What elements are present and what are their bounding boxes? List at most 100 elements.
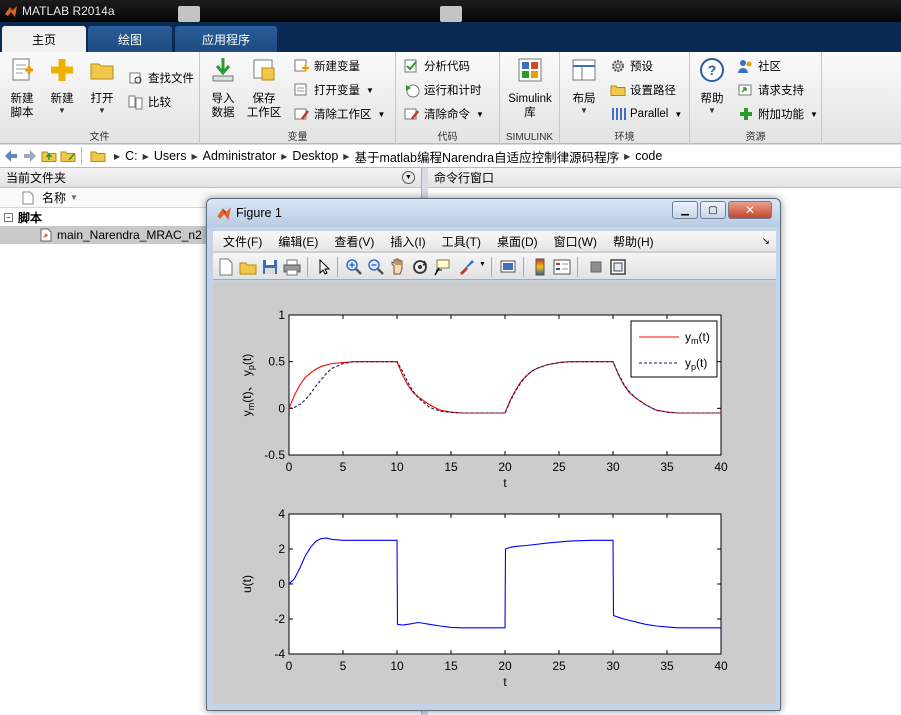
figure-plots[interactable]: 0 5 10 15 20 25 30 35 40-0.500.51tym(t)、 yp(t)ym… [213, 282, 776, 704]
brush-icon[interactable] [457, 258, 475, 276]
minimize-button[interactable]: ▁ [672, 201, 698, 219]
back-arrow-icon[interactable] [3, 148, 19, 164]
section-file: 新建 脚本 新建 ▼ 打开 ▼ 查找文件 比较 文件 [0, 52, 200, 144]
y-tick-label: -4 [274, 647, 285, 661]
toolbar-separator [337, 257, 338, 277]
layout-icon [572, 59, 596, 81]
find-files-button[interactable]: 查找文件 [128, 68, 194, 88]
command-window-title: 命令行窗口 [434, 171, 495, 185]
save-workspace-button[interactable]: 保存 工作区 [244, 56, 284, 120]
analyze-code-button[interactable]: 分析代码 [404, 56, 470, 76]
figure-window: Figure 1 ▁ ▢ ✕ 文件(F) 编辑(E) 查看(V) 插入(I) 工… [206, 198, 781, 711]
set-path-icon [610, 85, 626, 96]
close-button[interactable]: ✕ [728, 201, 772, 219]
breadcrumb-code[interactable]: code [635, 149, 662, 163]
tab-apps[interactable]: 应用程序 [175, 26, 277, 52]
breadcrumb-drive[interactable]: C: [125, 149, 138, 163]
menu-desktop[interactable]: 桌面(D) [497, 233, 538, 250]
dock-arrow-icon[interactable]: ↘ [762, 236, 770, 247]
section-simulink: Simulink 库 SIMULINK [500, 52, 560, 144]
zoom-out-icon[interactable] [367, 258, 385, 276]
crumb-arrow-icon: ▶ [343, 151, 350, 161]
run-and-time-button[interactable]: 运行和计时 [404, 80, 482, 100]
pointer-arrow-icon[interactable] [315, 258, 333, 276]
legend-entry: yp(t) [685, 356, 707, 372]
new-variable-button[interactable]: 新建变量 [294, 56, 360, 76]
menu-insert[interactable]: 插入(I) [390, 233, 425, 250]
open-variable-button[interactable]: 打开变量 ▼ [294, 80, 374, 100]
breadcrumb-administrator[interactable]: Administrator [203, 149, 277, 163]
collapse-icon[interactable]: − [4, 212, 13, 222]
figure-title-bar[interactable]: Figure 1 ▁ ▢ ✕ [207, 199, 780, 227]
preferences-label: 预设 [630, 61, 653, 73]
preferences-button[interactable]: 预设 [610, 56, 653, 76]
simulink-label-1: Simulink [508, 93, 552, 105]
x-tick-label: 10 [390, 460, 404, 474]
matlab-script-icon [40, 228, 52, 242]
tab-home[interactable]: 主页 [2, 26, 86, 52]
clear-commands-button[interactable]: 清除命令 ▼ [404, 104, 484, 124]
maximize-button[interactable]: ▢ [700, 201, 726, 219]
link-plot-icon[interactable] [499, 258, 517, 276]
print-icon[interactable] [283, 258, 301, 276]
open-button[interactable]: 打开 ▼ [82, 56, 122, 116]
add-ons-label: 附加功能 [758, 109, 804, 121]
simulink-library-button[interactable]: Simulink 库 [505, 56, 555, 120]
menu-help[interactable]: 帮助(H) [613, 233, 654, 250]
set-path-button[interactable]: 设置路径 [610, 80, 676, 100]
open-file-icon[interactable] [239, 258, 257, 276]
x-tick-label: 20 [498, 659, 512, 673]
section-resources-label: 资源 [745, 132, 766, 143]
new-script-label-2: 脚本 [10, 107, 34, 119]
legend-icon[interactable] [553, 258, 571, 276]
brush-dropdown-icon[interactable]: ▼ [479, 261, 486, 268]
save-label-1: 保存 [252, 93, 276, 105]
add-ons-button[interactable]: 附加功能 ▼ [738, 104, 818, 124]
rotate-3d-icon[interactable] [411, 258, 429, 276]
compare-button[interactable]: 比较 [128, 92, 171, 112]
x-tick-label: 35 [660, 460, 674, 474]
breadcrumb-project[interactable]: 基于matlab编程Narendra自适应控制律源码程序 [354, 147, 619, 166]
community-button[interactable]: 社区 [738, 56, 781, 76]
new-script-button[interactable]: 新建 脚本 [2, 56, 42, 120]
svg-text:?: ? [708, 62, 717, 78]
new-plus-icon [51, 59, 73, 81]
request-support-button[interactable]: 请求支持 [738, 80, 804, 100]
forward-arrow-icon[interactable] [22, 148, 38, 164]
section-code: 分析代码 运行和计时 清除命令 ▼ 代码 [396, 52, 500, 144]
save-icon[interactable] [261, 258, 279, 276]
current-folder-header: 当前文件夹 ▼ [0, 168, 421, 188]
crumb-arrow-icon: ▶ [191, 151, 198, 161]
menu-edit[interactable]: 编辑(E) [278, 233, 318, 250]
zoom-in-icon[interactable] [345, 258, 363, 276]
breadcrumb-users[interactable]: Users [154, 149, 187, 163]
import-data-button[interactable]: 导入 数据 [203, 56, 243, 120]
menu-tools[interactable]: 工具(T) [442, 233, 481, 250]
data-cursor-icon[interactable] [433, 258, 451, 276]
browse-folder-icon[interactable] [60, 148, 76, 164]
new-button[interactable]: 新建 ▼ [42, 56, 82, 116]
panel-options-icon[interactable]: ▼ [402, 171, 415, 184]
pan-hand-icon[interactable] [389, 258, 407, 276]
layout-button[interactable]: 布局 ▼ [564, 56, 604, 116]
import-label-1: 导入 [211, 93, 235, 105]
hide-plot-tools-icon[interactable] [587, 258, 605, 276]
compare-icon [128, 95, 143, 110]
show-plot-tools-icon[interactable] [609, 258, 627, 276]
help-button[interactable]: ? 帮助 ▼ [692, 56, 732, 116]
analyze-code-icon [404, 59, 417, 73]
current-folder-title: 当前文件夹 [6, 171, 67, 185]
parallel-button[interactable]: Parallel ▼ [610, 104, 682, 124]
menu-window[interactable]: 窗口(W) [554, 233, 597, 250]
clear-workspace-button[interactable]: 清除工作区 ▼ [294, 104, 385, 124]
menu-file[interactable]: 文件(F) [223, 233, 262, 250]
up-folder-icon[interactable] [41, 148, 57, 164]
y-tick-label: -2 [274, 612, 285, 626]
tab-plots[interactable]: 绘图 [88, 26, 172, 52]
menu-view[interactable]: 查看(V) [334, 233, 374, 250]
breadcrumb-desktop[interactable]: Desktop [292, 149, 338, 163]
colorbar-icon[interactable] [531, 258, 549, 276]
simulink-library-icon [518, 58, 542, 82]
new-figure-icon[interactable] [217, 258, 235, 276]
matlab-logo-icon [217, 207, 231, 220]
